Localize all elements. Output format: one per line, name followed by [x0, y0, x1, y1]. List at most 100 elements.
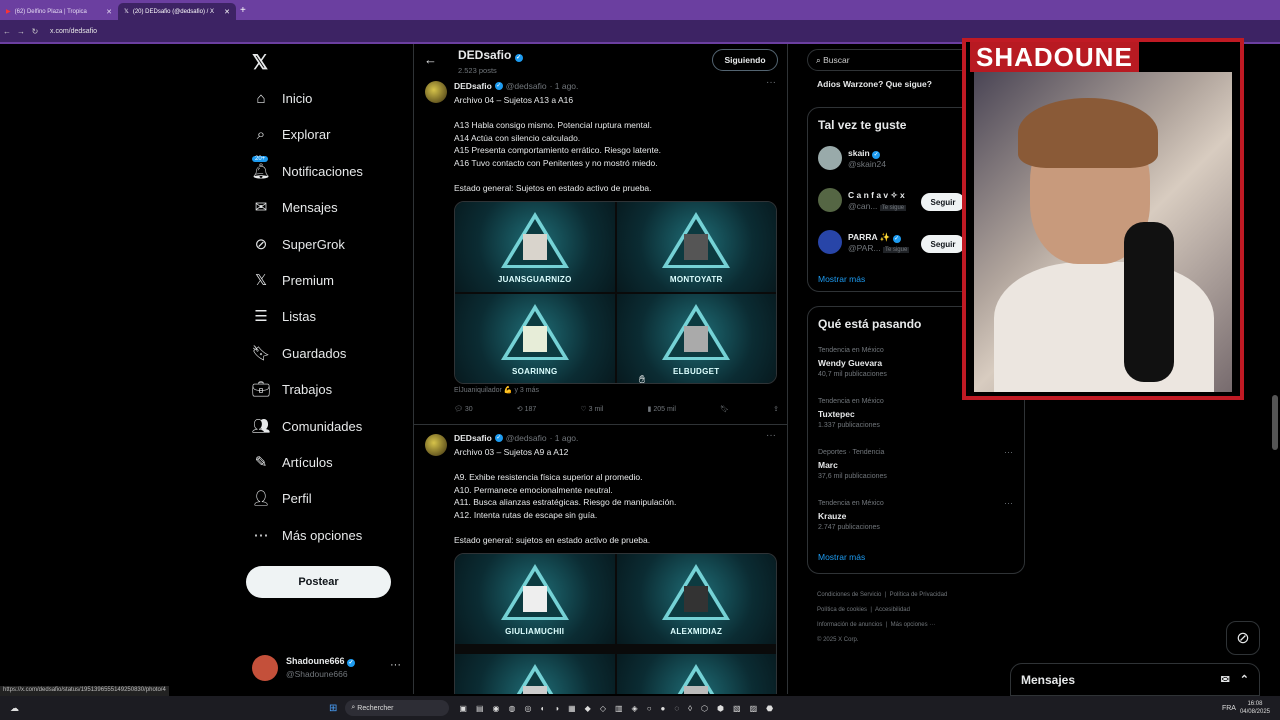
tweet-author[interactable]: DEDsafio	[454, 81, 492, 91]
suggestion-item[interactable]: C a n f a v ✧ x @can... Te sigue	[818, 188, 907, 212]
clock[interactable]: 16:08 04/08/2025	[1240, 700, 1270, 716]
new-tab-button[interactable]: +	[240, 5, 246, 16]
like-button[interactable]: ♡ 3 mil	[580, 405, 603, 413]
more-icon[interactable]: ···	[766, 430, 776, 441]
sidebar-item-label: Mensajes	[282, 199, 338, 215]
trend-item[interactable]: Tendencia en México Tuxtepec 1.337 publica…	[818, 396, 884, 432]
sidebar-item-supergrok[interactable]: ⊘ SuperGrok	[252, 230, 345, 258]
show-more-link[interactable]: Mostrar más	[818, 552, 865, 562]
more-icon[interactable]: ···	[390, 659, 401, 671]
media-card[interactable]: JUANSGUARNIZO	[455, 202, 615, 292]
tweet-handle: @dedsafio	[505, 433, 547, 443]
expand-icon[interactable]: ⌃	[1240, 673, 1249, 686]
sidebar-item-listas[interactable]: ☰ Listas	[252, 302, 316, 330]
forward-icon[interactable]: →	[14, 27, 28, 36]
footer-link[interactable]: Política de Privacidad	[890, 592, 948, 598]
sidebar-item-mensajes[interactable]: ✉ Mensajes	[252, 193, 338, 221]
sidebar-item-notificaciones[interactable]: 🔔︎ 20+ Notificaciones	[251, 156, 363, 185]
footer-link[interactable]: Más opciones ···	[891, 622, 936, 628]
sidebar-item-inicio[interactable]: ⌂ Inicio	[252, 84, 312, 112]
bookmark-icon[interactable]: 🔖︎	[720, 405, 729, 413]
follow-button[interactable]: Seguir	[921, 235, 965, 253]
x-logo-icon[interactable]: 𝕏	[252, 50, 268, 75]
footer-link[interactable]: Información de anuncios	[817, 622, 882, 628]
repost-icon: ⟲	[516, 406, 523, 413]
notification-badge: 20+	[252, 156, 269, 162]
tweet-media-grid[interactable]: JUANSGUARNIZO MONTOYATR SOARINNG ELBUDGE…	[454, 201, 777, 384]
trend-item[interactable]: Tendencia en México Wendy Guevara 40,7 mil…	[818, 345, 887, 381]
following-button[interactable]: Siguiendo	[712, 49, 778, 71]
trend-context: Tendencia en México	[818, 398, 884, 405]
weather-icon[interactable]: ☁	[10, 703, 19, 714]
tweet-media-grid[interactable]: GIULIAMUCHII ALEXMIDIAZ	[454, 553, 777, 694]
grok-button[interactable]: ⊘	[1226, 621, 1260, 655]
sidebar-item-comunidades[interactable]: 👥︎ Comunidades	[251, 412, 362, 440]
media-card[interactable]: ALEXMIDIAZ	[616, 554, 776, 644]
more-icon: ⋯	[253, 527, 269, 544]
like-count: 3 mil	[588, 406, 604, 413]
taskbar-search[interactable]: ⌕ Rechercher	[345, 700, 450, 716]
tray-lang[interactable]: FRA	[1222, 705, 1236, 712]
reload-icon[interactable]: ↻	[28, 27, 42, 36]
views-button[interactable]: ▮ 205 mil	[648, 405, 676, 413]
tweet-author[interactable]: DEDsafio	[454, 433, 492, 443]
close-tab-icon[interactable]: ✕	[106, 8, 112, 16]
browser-tab-active[interactable]: 𝕏 (20) DEDsafio (@dedsafio) / X ✕	[118, 3, 236, 20]
trend-item[interactable]: Adios Warzone? Que sigue?	[817, 79, 932, 89]
suggestion-item[interactable]: PARRA ✨ ✓ @PAR... Te sigue	[818, 230, 910, 254]
sidebar-item-trabajos[interactable]: 💼︎ Trabajos	[251, 375, 332, 403]
tweet-date[interactable]: · 1 ago.	[550, 81, 579, 91]
url-field[interactable]: x.com/dedsafio	[50, 28, 97, 35]
reply-icon: 💬︎	[454, 406, 463, 413]
trend-item[interactable]: Tendencia en México Krauze 2.747 publicaci…	[818, 498, 884, 534]
tweet-actions: 💬︎ 30 ⟲ 187 ♡ 3 mil ▮ 205 mil 🔖︎ ⇪	[454, 405, 779, 413]
media-card[interactable]	[455, 654, 615, 694]
suggestion-item[interactable]: skain ✓ @skain24	[818, 146, 886, 170]
media-card[interactable]: SOARINNG	[455, 294, 615, 383]
media-card[interactable]: GIULIAMUCHII	[455, 554, 615, 644]
back-arrow-icon[interactable]: ←	[424, 52, 437, 67]
sidebar-item-premium[interactable]: 𝕏 Premium	[252, 266, 334, 294]
scrollbar[interactable]	[1272, 395, 1278, 450]
post-button[interactable]: Postear	[246, 566, 391, 598]
taskbar-app-icons[interactable]: ▣▤◉◍◎◐◑▦◆◇▥◈○●◌◊⬡⬢▧▨⬣	[459, 704, 782, 713]
clock-time: 16:08	[1247, 701, 1263, 707]
sidebar-item-perfil[interactable]: 👤︎ Perfil	[251, 484, 311, 512]
footer-link[interactable]: Política de cookies	[817, 607, 867, 613]
tweet-date[interactable]: · 1 ago.	[550, 433, 579, 443]
messages-drawer[interactable]: Mensajes ✉ ⌃	[1010, 663, 1260, 696]
sidebar-item-articulos[interactable]: ✎ Artículos	[252, 448, 333, 476]
back-icon[interactable]: ←	[0, 27, 14, 36]
sidebar-item-guardados[interactable]: 🔖︎ Guardados	[251, 339, 346, 367]
trend-context: Tendencia en México	[818, 347, 884, 354]
show-more-link[interactable]: Mostrar más	[818, 274, 865, 284]
verified-icon: ✓	[514, 54, 523, 62]
search-input[interactable]: Buscar	[823, 55, 849, 65]
more-icon[interactable]: ···	[1004, 498, 1013, 508]
avatar	[252, 655, 278, 681]
sidebar-item-label: Listas	[282, 308, 316, 324]
footer-link[interactable]: Accesibilidad	[875, 607, 910, 613]
heart-icon: ♡	[580, 406, 587, 413]
more-icon[interactable]: ···	[766, 77, 776, 88]
media-card[interactable]	[616, 654, 776, 694]
tagged-users[interactable]: ElJuaniquilador 💪 y 3 más	[454, 386, 539, 394]
trend-item[interactable]: Deportes · Tendencia Marc 37,6 mil publica…	[818, 447, 887, 483]
browser-tab[interactable]: ▶ (62) Delfino Plaza | Tropica ✕	[0, 3, 118, 20]
share-icon[interactable]: ⇪	[773, 405, 779, 413]
account-switcher[interactable]: Shadoune666 ✓ @Shadoune666 ···	[252, 653, 412, 683]
more-icon[interactable]: ···	[1004, 447, 1013, 457]
sidebar-item-mas-opciones[interactable]: ⋯ Más opciones	[252, 521, 363, 549]
repost-count: 187	[524, 406, 537, 413]
media-card[interactable]: ELBUDGET	[616, 294, 776, 383]
mail-icon: ✉	[254, 199, 268, 216]
footer-link[interactable]: Condiciones de Servicio	[817, 592, 881, 598]
sidebar-item-explorar[interactable]: ⌕ Explorar	[252, 120, 331, 148]
repost-button[interactable]: ⟲ 187	[517, 405, 537, 413]
windows-start-icon[interactable]: ⊞	[329, 703, 337, 714]
close-tab-icon[interactable]: ✕	[224, 8, 230, 16]
reply-button[interactable]: 💬︎ 30	[454, 405, 473, 413]
media-card[interactable]: MONTOYATR	[616, 202, 776, 292]
follow-button[interactable]: Seguir	[921, 193, 965, 211]
new-message-icon[interactable]: ✉	[1221, 673, 1230, 686]
